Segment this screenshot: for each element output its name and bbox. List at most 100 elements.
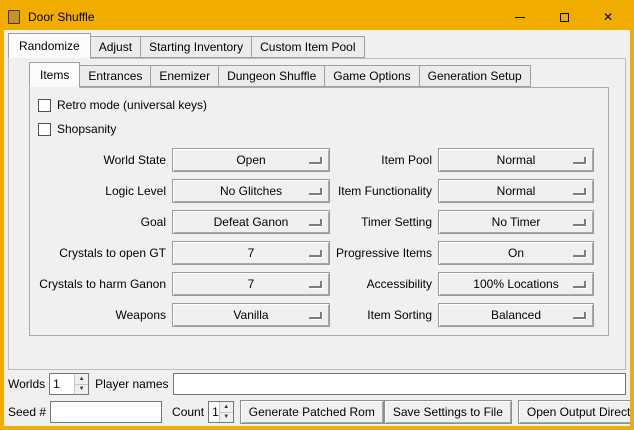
dropdown-indicator-icon	[309, 219, 322, 226]
close-button[interactable]: ✕	[586, 4, 630, 30]
item-sorting-label: Item Sorting	[336, 308, 432, 322]
crystals-gt-dropdown[interactable]: 7	[172, 241, 330, 265]
outer-tab-bar: Randomize Adjust Starting Inventory Cust…	[8, 33, 630, 58]
dropdown-value: No Glitches	[220, 184, 282, 198]
player-names-input[interactable]	[173, 373, 627, 395]
dropdown-value: Open	[236, 153, 265, 167]
dropdown-indicator-icon	[309, 281, 322, 288]
timer-setting-dropdown[interactable]: No Timer	[438, 210, 594, 234]
seed-input[interactable]	[50, 401, 162, 423]
crystals-ganon-label: Crystals to harm Ganon	[38, 277, 166, 291]
dropdown-indicator-icon	[309, 312, 322, 319]
dropdown-value: Normal	[497, 184, 536, 198]
goal-label: Goal	[38, 215, 166, 229]
dropdown-indicator-icon	[309, 157, 322, 164]
open-output-directory-button[interactable]: Open Output Directory	[518, 400, 630, 424]
retro-mode-label: Retro mode (universal keys)	[57, 98, 207, 112]
goal-dropdown[interactable]: Defeat Ganon	[172, 210, 330, 234]
tab-custom-item-pool[interactable]: Custom Item Pool	[251, 36, 364, 58]
dropdown-value: Vanilla	[233, 308, 268, 322]
spin-down-icon[interactable]: ▼	[220, 413, 233, 423]
seed-label: Seed #	[8, 405, 46, 419]
dropdown-indicator-icon	[309, 188, 322, 195]
window-title: Door Shuffle	[28, 10, 95, 24]
accessibility-dropdown[interactable]: 100% Locations	[438, 272, 594, 296]
tab-entrances[interactable]: Entrances	[79, 65, 151, 87]
player-names-label: Player names	[95, 377, 168, 391]
dropdown-indicator-icon	[573, 157, 586, 164]
dropdown-value: Normal	[497, 153, 536, 167]
tab-items[interactable]: Items	[29, 62, 80, 88]
count-label: Count	[172, 405, 204, 419]
item-sorting-dropdown[interactable]: Balanced	[438, 303, 594, 327]
item-pool-dropdown[interactable]: Normal	[438, 148, 594, 172]
accessibility-label: Accessibility	[336, 277, 432, 291]
shopsanity-checkbox[interactable]	[38, 123, 51, 136]
generate-patched-rom-button[interactable]: Generate Patched Rom	[240, 400, 384, 424]
spin-up-icon[interactable]: ▲	[75, 374, 88, 385]
spin-arrows: ▲ ▼	[74, 374, 88, 394]
crystals-ganon-dropdown[interactable]: 7	[172, 272, 330, 296]
tab-generation-setup[interactable]: Generation Setup	[419, 65, 531, 87]
spin-arrows: ▲ ▼	[219, 402, 233, 422]
dropdown-indicator-icon	[573, 312, 586, 319]
dropdown-value: 7	[248, 277, 255, 291]
dropdown-value: No Timer	[492, 215, 541, 229]
tab-adjust[interactable]: Adjust	[90, 36, 141, 58]
progressive-items-dropdown[interactable]: On	[438, 241, 594, 265]
count-spinbox[interactable]: 1 ▲ ▼	[208, 401, 234, 423]
randomize-pane: Items Entrances Enemizer Dungeon Shuffle…	[8, 58, 626, 370]
crystals-gt-label: Crystals to open GT	[38, 246, 166, 260]
world-state-dropdown[interactable]: Open	[172, 148, 330, 172]
dropdown-value: Balanced	[491, 308, 541, 322]
spin-down-icon[interactable]: ▼	[75, 385, 88, 395]
logic-level-dropdown[interactable]: No Glitches	[172, 179, 330, 203]
item-functionality-dropdown[interactable]: Normal	[438, 179, 594, 203]
app-icon	[8, 10, 20, 24]
dropdown-indicator-icon	[309, 250, 322, 257]
retro-mode-checkbox[interactable]	[38, 99, 51, 112]
maximize-icon	[560, 13, 569, 22]
save-settings-button[interactable]: Save Settings to File	[384, 400, 512, 424]
seed-row: Seed # Count 1 ▲ ▼ Generate Patched Rom …	[8, 400, 626, 424]
dropdown-indicator-icon	[573, 188, 586, 195]
dropdown-value: 100% Locations	[473, 277, 558, 291]
weapons-label: Weapons	[38, 308, 166, 322]
fields-grid: World State Open Item Pool Normal Logic …	[38, 148, 600, 327]
minimize-icon	[515, 17, 525, 18]
close-icon: ✕	[603, 10, 613, 24]
dropdown-value: 7	[248, 246, 255, 260]
worlds-label: Worlds	[8, 377, 45, 391]
item-functionality-label: Item Functionality	[336, 184, 432, 198]
maximize-button[interactable]	[542, 4, 586, 30]
spin-up-icon[interactable]: ▲	[220, 402, 233, 413]
logic-level-label: Logic Level	[38, 184, 166, 198]
tab-game-options[interactable]: Game Options	[324, 65, 419, 87]
inner-tab-bar: Items Entrances Enemizer Dungeon Shuffle…	[29, 62, 625, 87]
shopsanity-label: Shopsanity	[57, 122, 116, 136]
item-pool-label: Item Pool	[336, 153, 432, 167]
tab-enemizer[interactable]: Enemizer	[150, 65, 219, 87]
worlds-row: Worlds 1 ▲ ▼ Player names	[8, 372, 626, 396]
retro-mode-row: Retro mode (universal keys)	[38, 94, 600, 116]
weapons-dropdown[interactable]: Vanilla	[172, 303, 330, 327]
minimize-button[interactable]	[498, 4, 542, 30]
tab-randomize[interactable]: Randomize	[8, 33, 91, 59]
dropdown-value: On	[508, 246, 524, 260]
dropdown-indicator-icon	[573, 281, 586, 288]
tab-dungeon-shuffle[interactable]: Dungeon Shuffle	[218, 65, 325, 87]
progressive-items-label: Progressive Items	[336, 246, 432, 260]
count-value: 1	[209, 402, 219, 422]
world-state-label: World State	[38, 153, 166, 167]
dropdown-indicator-icon	[573, 250, 586, 257]
shopsanity-row: Shopsanity	[38, 118, 600, 140]
client-area: Randomize Adjust Starting Inventory Cust…	[4, 30, 630, 426]
titlebar: Door Shuffle ✕	[4, 4, 630, 30]
worlds-value: 1	[50, 374, 74, 394]
timer-setting-label: Timer Setting	[336, 215, 432, 229]
worlds-spinbox[interactable]: 1 ▲ ▼	[49, 373, 89, 395]
tab-starting-inventory[interactable]: Starting Inventory	[140, 36, 252, 58]
dropdown-indicator-icon	[573, 219, 586, 226]
items-pane: Retro mode (universal keys) Shopsanity W…	[29, 87, 609, 336]
door-shuffle-window: Door Shuffle ✕ Randomize Adjust Starting…	[0, 0, 634, 430]
